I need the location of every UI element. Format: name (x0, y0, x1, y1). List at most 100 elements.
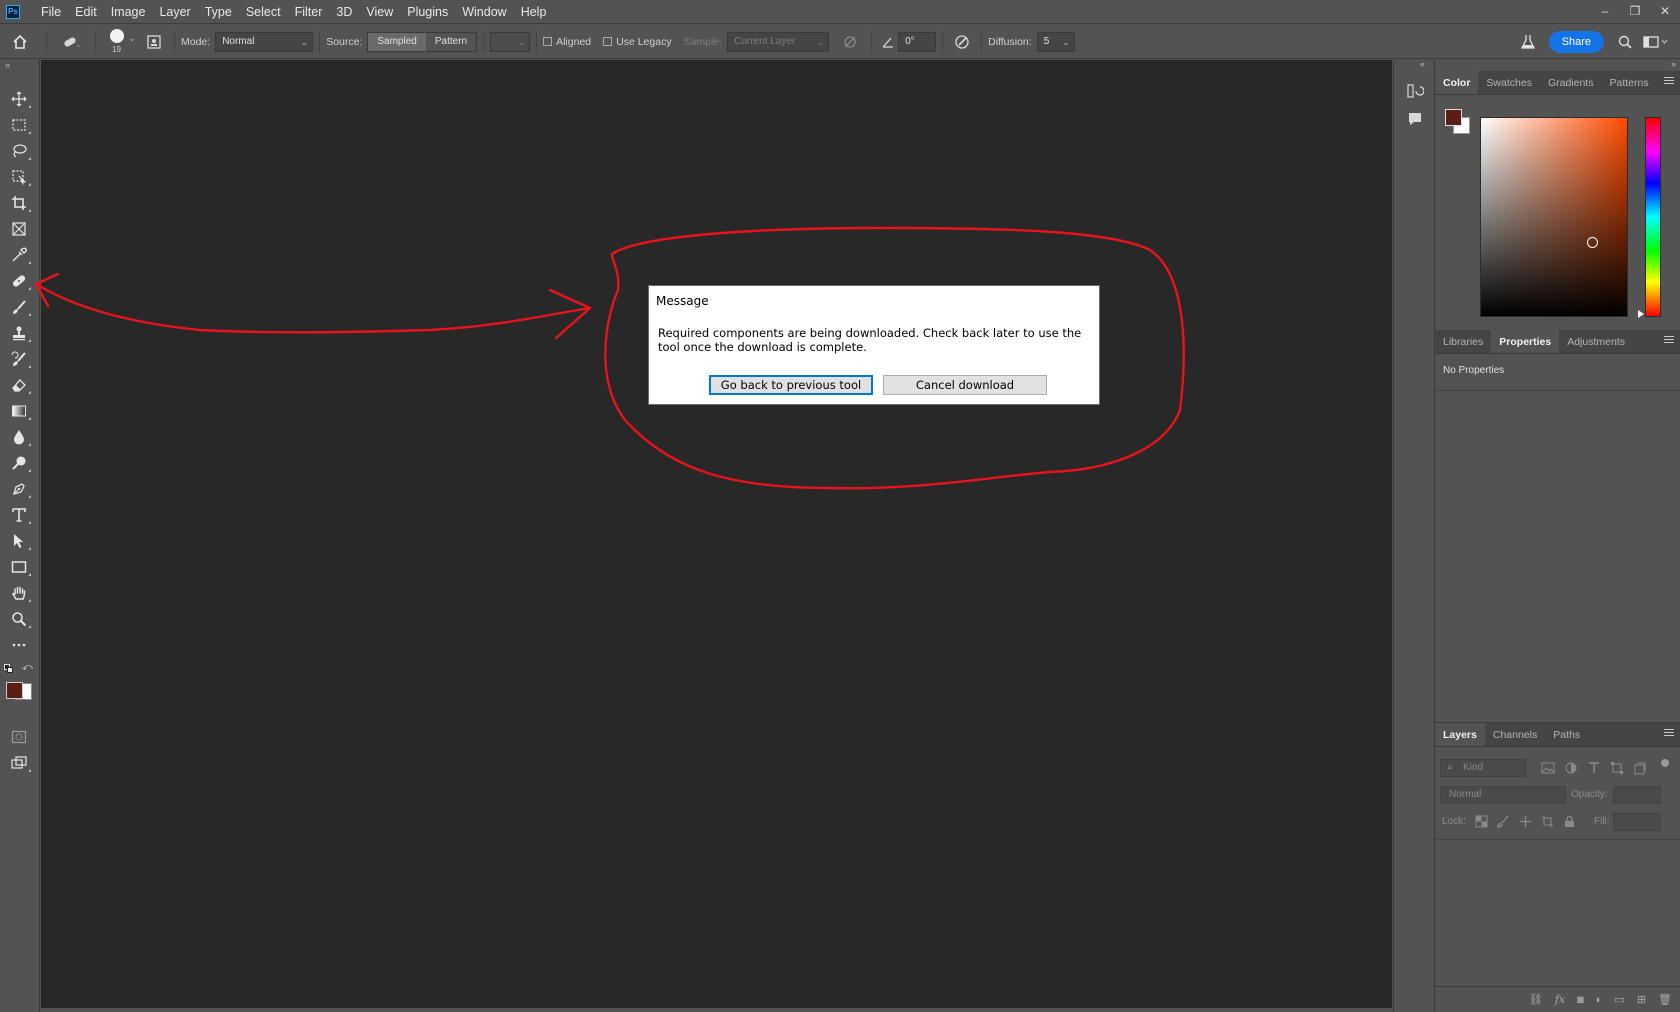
type-layer-filter-icon[interactable] (1587, 761, 1601, 775)
history-brush-tool-icon[interactable] (8, 349, 31, 369)
gradient-tool-icon[interactable] (8, 401, 31, 421)
dodge-tool-icon[interactable] (8, 453, 31, 473)
frame-tool-icon[interactable] (8, 219, 30, 239)
use-legacy-checkbox[interactable] (603, 37, 613, 46)
layer-filter-select[interactable]: ⌕ Kind (1440, 759, 1526, 777)
default-colors-icon[interactable] (4, 664, 14, 674)
menu-layer[interactable]: Layer (152, 0, 197, 24)
panel-menu-icon[interactable] (1664, 729, 1674, 739)
tab-adjustments[interactable]: Adjustments (1559, 330, 1633, 353)
pixel-layer-filter-icon[interactable] (1541, 761, 1555, 775)
eyedropper-tool-icon[interactable] (8, 245, 31, 265)
zoom-tool-icon[interactable] (8, 609, 31, 629)
menu-3d[interactable]: 3D (329, 0, 359, 24)
mode-select[interactable]: Normal ⌄ (215, 31, 314, 52)
source-pattern-button[interactable]: Pattern (426, 33, 476, 51)
rectangular-marquee-tool-icon[interactable] (8, 115, 31, 135)
lock-image-pixels-icon[interactable] (1497, 815, 1510, 828)
pen-tool-icon[interactable] (8, 479, 31, 499)
aligned-checkbox[interactable] (543, 37, 553, 46)
clone-stamp-tool-icon[interactable] (8, 323, 31, 343)
more-tools-icon[interactable] (8, 635, 30, 655)
menu-view[interactable]: View (359, 0, 400, 24)
menu-filter[interactable]: Filter (288, 0, 330, 24)
lock-transparent-pixels-icon[interactable] (1475, 815, 1488, 828)
hue-slider[interactable] (1645, 117, 1661, 317)
lock-artboard-icon[interactable] (1541, 815, 1554, 828)
tab-layers[interactable]: Layers (1435, 723, 1485, 746)
layer-blend-mode-select[interactable]: Normal (1440, 786, 1566, 804)
menu-select[interactable]: Select (239, 0, 288, 24)
delete-layer-icon[interactable]: 🗑 (1658, 993, 1672, 1006)
tab-channels[interactable]: Channels (1485, 723, 1545, 746)
new-group-icon[interactable]: ▭ (1614, 993, 1624, 1006)
menu-plugins[interactable]: Plugins (400, 0, 455, 24)
adjustment-layer-filter-icon[interactable] (1564, 761, 1578, 775)
lasso-tool-icon[interactable] (8, 141, 31, 161)
panel-menu-icon[interactable] (1664, 336, 1674, 346)
beaker-icon[interactable] (1513, 25, 1543, 59)
object-selection-tool-icon[interactable] (8, 167, 31, 187)
sample-select[interactable]: Current Layer ⌄ (727, 31, 830, 52)
opacity-input[interactable] (1613, 786, 1661, 804)
brush-settings-icon[interactable] (140, 25, 168, 59)
menu-help[interactable]: Help (514, 0, 554, 24)
move-tool-icon[interactable] (8, 89, 31, 109)
filter-toggle-icon[interactable] (1661, 759, 1669, 767)
pressure-size-icon[interactable] (949, 25, 975, 59)
source-sampled-button[interactable]: Sampled (368, 32, 426, 51)
tab-paths[interactable]: Paths (1545, 723, 1588, 746)
tab-gradients[interactable]: Gradients (1540, 71, 1602, 94)
home-icon[interactable] (0, 25, 40, 59)
close-button[interactable]: ✕ (1650, 0, 1680, 22)
menu-window[interactable]: Window (455, 0, 513, 24)
quick-mask-icon[interactable] (8, 727, 30, 747)
ignore-adjustment-layers-icon[interactable] (835, 25, 865, 59)
tab-swatches[interactable]: Swatches (1478, 71, 1540, 94)
tab-libraries[interactable]: Libraries (1435, 330, 1491, 353)
lock-position-icon[interactable] (1519, 815, 1532, 828)
document-canvas[interactable] (41, 60, 1392, 1008)
brush-size-picker[interactable]: 19 ⌄ (102, 25, 136, 59)
minimize-button[interactable]: – (1590, 0, 1620, 22)
go-back-to-previous-tool-button[interactable]: Go back to previous tool (709, 375, 873, 395)
shape-layer-filter-icon[interactable] (1610, 761, 1624, 775)
color-field[interactable] (1480, 117, 1628, 317)
tab-properties[interactable]: Properties (1491, 330, 1560, 353)
eraser-tool-icon[interactable] (8, 375, 31, 395)
link-layers-icon[interactable]: ⛓ (1529, 993, 1543, 1006)
comments-panel-icon[interactable] (1406, 110, 1424, 131)
share-button[interactable]: Share (1548, 30, 1604, 53)
color-picker-handle[interactable] (1587, 237, 1598, 248)
menu-image[interactable]: Image (104, 0, 153, 24)
layer-style-fx-icon[interactable]: fx (1555, 993, 1565, 1006)
expand-panels-icon[interactable]: » (1671, 59, 1676, 69)
blur-tool-icon[interactable] (8, 427, 31, 447)
fill-input[interactable] (1613, 813, 1661, 831)
path-selection-tool-icon[interactable] (8, 531, 31, 551)
color-panel-foreground-swatch[interactable] (1445, 109, 1462, 126)
search-icon[interactable] (1612, 25, 1638, 59)
tab-patterns[interactable]: Patterns (1601, 71, 1656, 94)
lock-all-icon[interactable] (1563, 815, 1576, 828)
pattern-picker[interactable]: ⌄ (490, 31, 531, 52)
collapse-dock-icon[interactable]: « (1420, 59, 1425, 69)
healing-brush-preset-icon[interactable]: ⌄ (53, 25, 89, 59)
menu-type[interactable]: Type (198, 0, 239, 24)
cancel-download-button[interactable]: Cancel download (883, 375, 1047, 395)
panel-menu-icon[interactable] (1664, 77, 1674, 87)
collapse-toolbar-icon[interactable]: » (5, 60, 10, 70)
tab-color[interactable]: Color (1435, 71, 1479, 94)
add-mask-icon[interactable]: ◙ (1577, 994, 1584, 1006)
menu-edit[interactable]: Edit (68, 0, 104, 24)
restore-button[interactable]: ❐ (1620, 0, 1650, 22)
diffusion-select[interactable]: 5 ⌄ (1036, 31, 1075, 52)
hue-slider-handle[interactable] (1638, 310, 1644, 318)
brush-tool-icon[interactable] (8, 297, 31, 317)
spot-healing-brush-tool-icon[interactable] (8, 271, 31, 291)
rectangle-tool-icon[interactable] (8, 557, 31, 577)
type-tool-icon[interactable] (8, 505, 31, 525)
hand-tool-icon[interactable] (8, 583, 31, 603)
screen-mode-icon[interactable] (8, 753, 31, 773)
menu-file[interactable]: File (34, 0, 68, 24)
